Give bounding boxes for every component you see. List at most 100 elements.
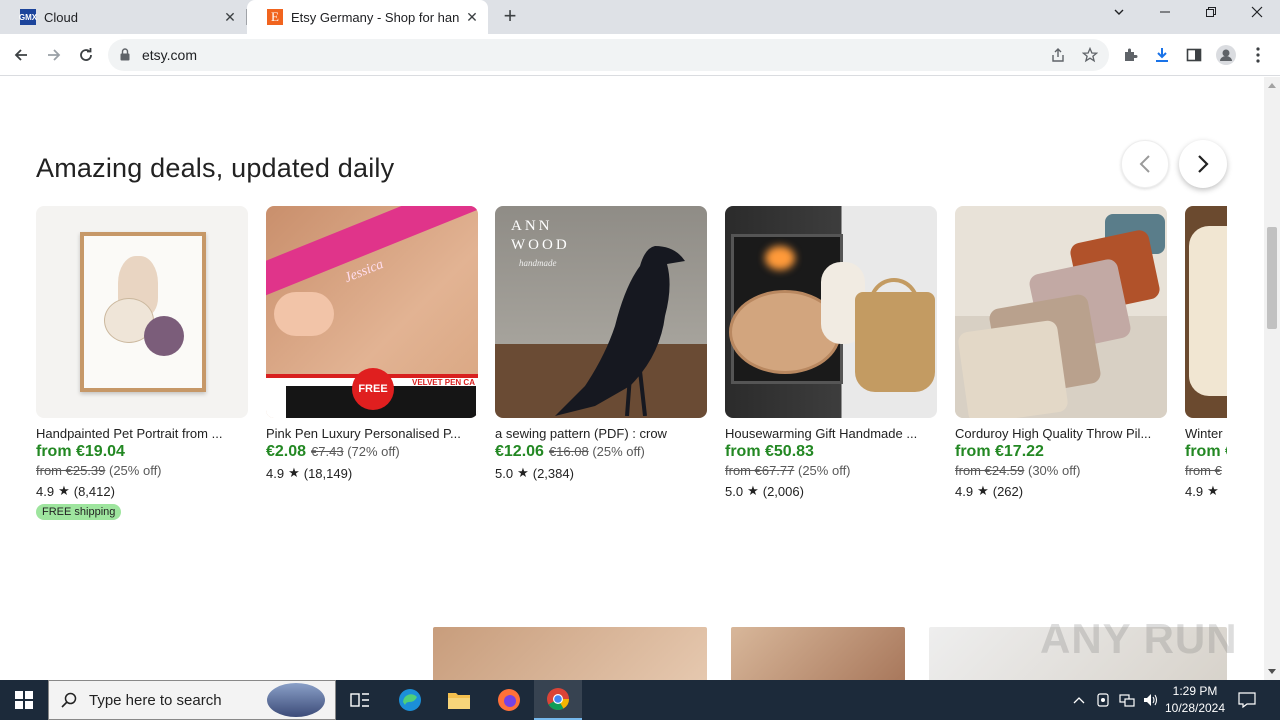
product-image-corduroy-pillows[interactable] [955,206,1167,418]
task-view-icon[interactable] [336,680,384,720]
forward-arrow-icon[interactable] [41,42,67,68]
product-original-price: from €67.77 (25% off) [725,463,851,478]
star-icon: ★ [1207,483,1219,498]
tray-app-icon[interactable] [1094,680,1112,720]
product-card[interactable]: Jessica FREE VELVET PEN CA Pink Pen Luxu… [266,206,478,483]
product-card[interactable]: Corduroy High Quality Throw Pil... from … [955,206,1167,501]
restore-icon[interactable] [1188,0,1234,30]
clock-date: 10/28/2024 [1164,701,1226,715]
file-explorer-icon[interactable] [435,680,483,720]
clock-time: 1:29 PM [1172,684,1218,698]
free-sticker: FREE [352,368,394,410]
product-price: €12.06 €16.08 (25% off) [495,443,645,460]
etsy-page: Amazing deals, updated daily Handpainted… [0,77,1264,680]
product-image-winter[interactable] [1185,206,1227,418]
taskbar-search-input[interactable]: Type here to search [48,680,336,720]
tab-close-icon[interactable]: ✕ [464,9,480,25]
gmx-favicon-icon: GMX [19,9,37,25]
product-card-clipped-wrapper: Winter from € from € 4.9★ [1185,206,1227,506]
star-icon: ★ [977,483,989,498]
free-shipping-badge: FREE shipping [36,504,122,520]
minimize-icon[interactable] [1142,0,1188,30]
tab-search-chevron-icon[interactable] [1096,0,1142,30]
search-icon [61,692,77,713]
image-banner-text: VELVET PEN CA [412,378,475,387]
product-price: from € [1185,443,1227,460]
tray-chevron-up-icon[interactable] [1070,680,1088,720]
product-original-price: from €25.39 (25% off) [36,463,162,478]
lower-product-image[interactable] [433,627,707,680]
product-rating: 4.9 ★ (18,149) [266,465,353,481]
product-title[interactable]: Pink Pen Luxury Personalised P... [266,426,478,443]
volume-icon[interactable] [1141,680,1161,720]
product-image-housewarming[interactable] [725,206,937,418]
product-rating: 4.9 ★ [1185,483,1219,499]
windows-start-icon[interactable] [0,680,48,720]
product-rating: 4.9 ★ (262) [955,483,1024,499]
carousel-next-button[interactable] [1179,140,1227,188]
product-original-price: from € [1185,463,1222,478]
scroll-down-arrow-icon[interactable] [1268,669,1276,674]
notifications-icon[interactable] [1234,680,1260,720]
tab-etsy[interactable]: E Etsy Germany - Shop for handm ✕ [247,0,488,34]
browser-tab-strip: GMX Cloud ✕ E Etsy Germany - Shop for ha… [0,0,1280,34]
product-rating: 4.9 ★ (8,412) [36,483,115,499]
extensions-puzzle-icon[interactable] [1117,42,1143,68]
browser-toolbar: etsy.com [0,34,1280,76]
back-arrow-icon[interactable] [8,42,34,68]
etsy-favicon-icon: E [267,9,283,25]
product-image-crow[interactable]: ANN WOOD handmade [495,206,707,418]
product-card[interactable]: Handpainted Pet Portrait from ... from €… [36,206,248,520]
product-price: from €19.04 [36,443,125,460]
product-rating: 5.0 ★ (2,006) [725,483,804,499]
page-scrollbar[interactable] [1264,77,1280,680]
search-highlight-image [267,683,325,717]
firefox-icon[interactable] [485,680,533,720]
share-icon[interactable] [1045,42,1071,68]
network-icon[interactable] [1117,680,1137,720]
profile-avatar-icon[interactable] [1213,42,1239,68]
download-icon[interactable] [1149,42,1175,68]
anyrun-watermark: ANY RUN [1040,615,1238,662]
product-title[interactable]: Handpainted Pet Portrait from ... [36,426,248,443]
product-card[interactable]: Housewarming Gift Handmade ... from €50.… [725,206,937,501]
product-image-pet-portrait[interactable] [36,206,248,418]
side-panel-icon[interactable] [1181,42,1207,68]
star-icon: ★ [747,483,759,498]
product-image-pink-pen[interactable]: Jessica FREE VELVET PEN CA [266,206,478,418]
section-heading: Amazing deals, updated daily [36,153,395,183]
search-placeholder: Type here to search [89,692,222,709]
star-icon: ★ [58,483,70,498]
product-original-price: from €24.59 (30% off) [955,463,1081,478]
product-title[interactable]: Winter [1185,426,1227,443]
product-rating: 5.0 ★ (2,384) [495,465,574,481]
edge-browser-icon[interactable] [386,680,434,720]
address-bar[interactable]: etsy.com [108,39,1109,71]
tab-close-icon[interactable]: ✕ [222,9,238,25]
close-window-icon[interactable] [1234,0,1280,30]
product-title[interactable]: Housewarming Gift Handmade ... [725,426,937,443]
lower-product-image[interactable] [731,627,905,680]
carousel-prev-button[interactable] [1121,140,1169,188]
url-text: etsy.com [142,47,197,63]
reload-icon[interactable] [73,42,99,68]
tab-title: Cloud [44,9,78,25]
bookmark-star-icon[interactable] [1077,42,1103,68]
product-title[interactable]: Corduroy High Quality Throw Pil... [955,426,1167,443]
windows-taskbar: Type here to search 1:29 PM 10/28/2024 [0,680,1280,720]
product-price: €2.08 €7.43 (72% off) [266,443,400,460]
star-icon: ★ [517,465,529,480]
product-card[interactable]: ANN WOOD handmade a sewing pattern (PDF)… [495,206,707,483]
scroll-thumb[interactable] [1267,227,1277,329]
lock-icon[interactable] [120,48,130,66]
scroll-up-arrow-icon[interactable] [1268,83,1276,88]
taskbar-clock[interactable]: 1:29 PM 10/28/2024 [1162,683,1228,717]
tab-cloud[interactable]: GMX Cloud ✕ [0,0,246,34]
new-tab-plus-icon[interactable]: + [499,5,521,28]
chrome-icon[interactable] [534,680,582,720]
product-title[interactable]: a sewing pattern (PDF) : crow [495,426,707,443]
star-icon: ★ [288,465,300,480]
product-price: from €50.83 [725,443,814,460]
product-card[interactable]: Winter from € from € 4.9★ [1185,206,1227,501]
menu-kebab-icon[interactable] [1245,42,1271,68]
